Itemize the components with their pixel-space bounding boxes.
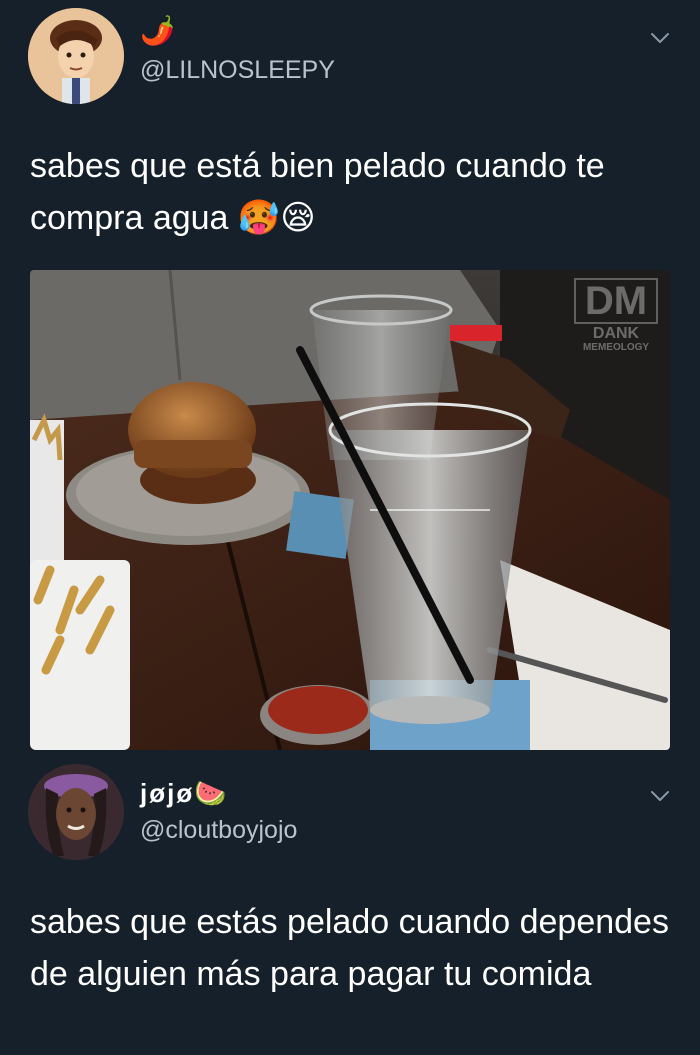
user-photo-avatar-icon bbox=[28, 764, 124, 860]
tweet: 🌶️ @LILNOSLEEPY sabes que está bien pela… bbox=[0, 0, 700, 760]
watermark-line2: MEMEOLOGY bbox=[582, 342, 650, 353]
avatar[interactable] bbox=[28, 764, 124, 860]
watermark: DM DANK MEMEOLOGY bbox=[570, 278, 662, 354]
tweet-text: sabes que está bien pelado cuando te com… bbox=[30, 147, 605, 237]
watermark-logo: DM bbox=[574, 278, 658, 324]
tweet-text: sabes que estás pelado cuando dependes d… bbox=[30, 903, 669, 993]
chevron-down-icon[interactable] bbox=[648, 784, 672, 808]
user-handle[interactable]: @LILNOSLEEPY bbox=[140, 56, 335, 85]
display-name[interactable]: 🌶️ bbox=[140, 14, 177, 47]
tweet: jøjø🍉 @cloutboyjojo sabes que estás pela… bbox=[0, 760, 700, 1055]
display-name[interactable]: jøjø🍉 bbox=[140, 778, 229, 809]
chevron-down-icon[interactable] bbox=[648, 26, 672, 50]
tweet-media[interactable]: DM DANK MEMEOLOGY bbox=[30, 270, 670, 750]
user-handle[interactable]: @cloutboyjojo bbox=[140, 816, 297, 845]
avatar[interactable] bbox=[28, 8, 124, 104]
watermark-line1: DANK bbox=[592, 325, 640, 342]
cartoon-boy-avatar-icon bbox=[28, 8, 124, 104]
